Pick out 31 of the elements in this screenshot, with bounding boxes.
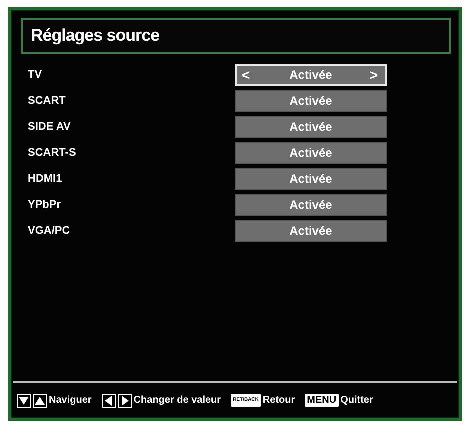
value-selector[interactable]: Activée <box>235 142 387 164</box>
up-arrow-icon <box>33 394 47 408</box>
hint-text: Changer de valeur <box>134 395 222 406</box>
source-label: SCART <box>27 95 67 107</box>
value-selector[interactable]: < Activée > <box>235 64 387 86</box>
prev-arrow: < <box>242 67 252 83</box>
value-text: Activée <box>290 94 332 108</box>
value-selector[interactable]: Activée <box>235 168 387 190</box>
source-label: VGA/PC <box>27 225 72 237</box>
key-label: MENU <box>305 394 339 407</box>
value-text: Activée <box>290 68 332 82</box>
value-text: Activée <box>290 224 332 238</box>
value-text: Activée <box>290 198 332 212</box>
down-arrow-icon <box>17 394 31 408</box>
value-selector[interactable]: Activée <box>235 220 387 242</box>
value-text: Activée <box>290 172 332 186</box>
value-text: Activée <box>290 120 332 134</box>
source-label: YPbPr <box>27 199 62 211</box>
hint-text: Naviguer <box>49 395 92 406</box>
source-label: TV <box>27 69 44 81</box>
value-selector[interactable]: Activée <box>235 90 387 112</box>
source-label: SCART-S <box>27 147 78 159</box>
hint-text: Retour <box>262 395 296 406</box>
hint-text: Quitter <box>340 395 374 406</box>
source-label: SIDE AV <box>27 121 72 133</box>
next-arrow: > <box>370 67 380 83</box>
menu-title: Réglages source <box>31 26 160 46</box>
value-selector[interactable]: Activée <box>235 116 387 138</box>
source-label: HDMI1 <box>27 173 64 185</box>
value-text: Activée <box>290 146 332 160</box>
value-selector[interactable]: Activée <box>235 194 387 216</box>
